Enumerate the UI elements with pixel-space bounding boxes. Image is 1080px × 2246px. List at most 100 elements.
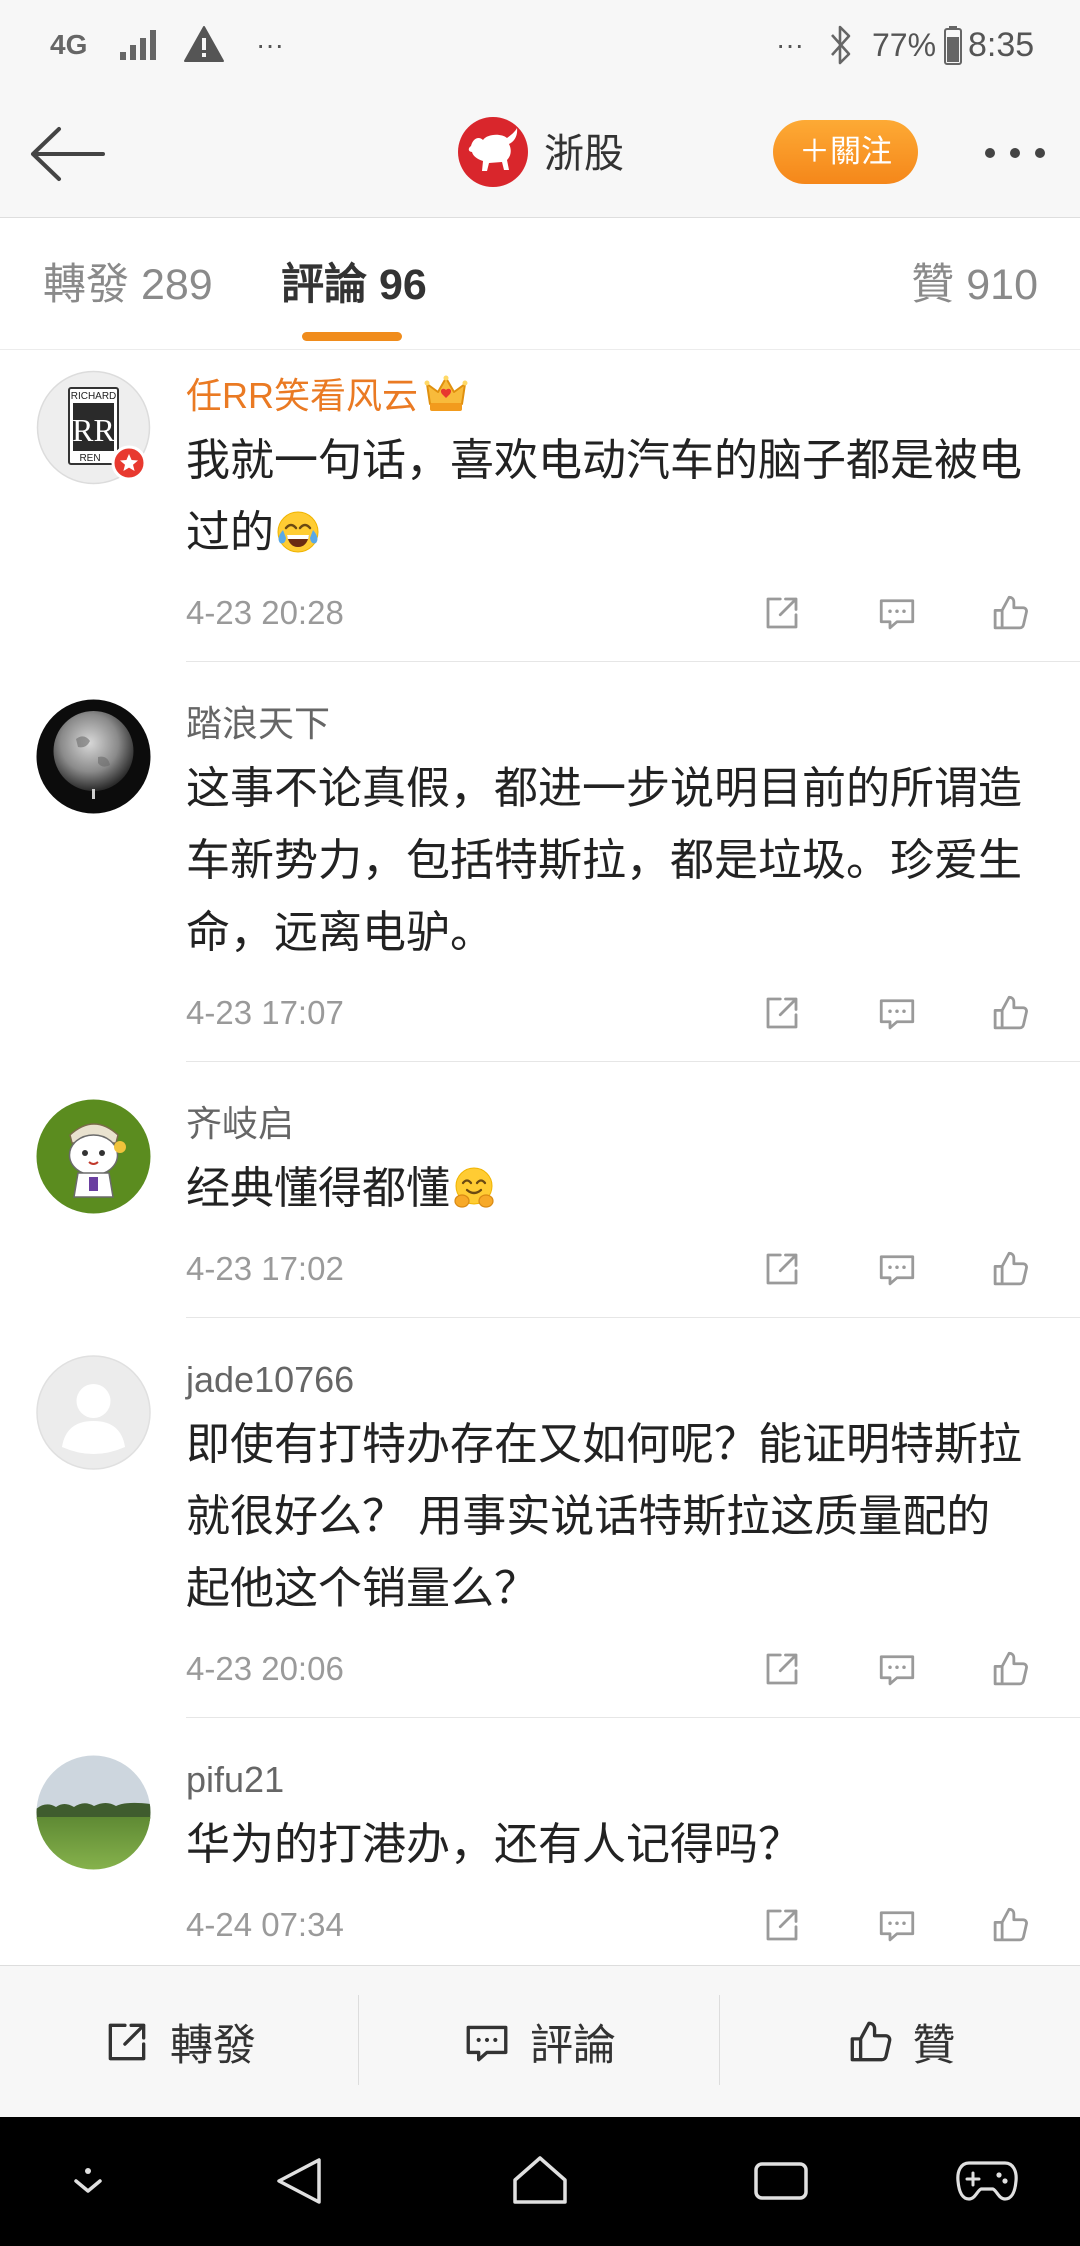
crown-icon — [424, 375, 468, 411]
back-arrow-icon[interactable] — [29, 126, 105, 182]
share-icon[interactable] — [761, 992, 803, 1034]
tab-label: 評論 — [281, 261, 367, 309]
tab-count: 96 — [378, 261, 427, 309]
game-controller-icon[interactable] — [955, 2159, 1019, 2203]
bottom-action-bar: 轉發 評論 贊 — [0, 1965, 1080, 2117]
clock: 8:35 — [968, 26, 1035, 64]
recent-apps-icon[interactable] — [753, 2161, 809, 2201]
comment-button[interactable]: 評論 — [359, 1966, 719, 2118]
repost-button[interactable]: 轉發 — [0, 1966, 358, 2118]
comment-date: 4-23 17:02 — [186, 1250, 344, 1287]
warning-icon — [184, 26, 224, 62]
tab-reposts[interactable]: 轉發 289 — [43, 255, 213, 315]
like-icon[interactable] — [989, 1648, 1031, 1690]
comment-icon[interactable] — [876, 1648, 918, 1690]
comment-icon[interactable] — [876, 992, 918, 1034]
tab-bar: 轉發 289 評論 96 贊 910 — [0, 218, 1080, 350]
home-icon[interactable] — [510, 2153, 570, 2207]
comment-text: 经典懂得都懂 — [186, 1153, 496, 1225]
avatar-lettering-center: RR — [72, 412, 115, 448]
back-triangle-icon[interactable] — [274, 2155, 324, 2207]
comment-icon[interactable] — [876, 1248, 918, 1290]
comment-text-line: 我就一句话，喜欢电动汽车的脑子都是被电 — [186, 436, 1022, 485]
comment-item: 齐岐启 经典懂得都懂 4-23 17:02 — [0, 1062, 1080, 1318]
comment-date: 4-23 17:07 — [186, 994, 344, 1031]
rolls-royce-badge-avatar[interactable]: RICHARD RR REN — [36, 370, 151, 485]
comment-text-line-with-emoji: 过的 — [186, 497, 1022, 569]
hide-keyboard-chevron-icon[interactable] — [68, 2161, 108, 2201]
comment-text: 即使有打特办存在又如何呢？能证明特斯拉 就很好么？ 用事实说话特斯拉这质量配的 … — [186, 1409, 1022, 1625]
tab-likes[interactable]: 贊 910 — [911, 255, 1038, 315]
comment-item: pifu21 华为的打港办，还有人记得吗？ 4-24 07:34 — [0, 1718, 1080, 1965]
comment-author[interactable]: jade10766 — [186, 1356, 354, 1404]
like-icon — [850, 2021, 891, 2062]
comment-item: RICHARD RR REN 任RR笑看风云 我就一句话，喜欢电动汽车的脑子都是… — [0, 350, 1080, 662]
like-label: 贊 — [912, 2022, 956, 2070]
comment-icon — [466, 2025, 508, 2062]
comment-meta-row: 4-23 20:28 — [186, 589, 1080, 637]
comment-author[interactable]: 踏浪天下 — [186, 700, 330, 748]
comment-body: 踏浪天下 这事不论真假，都进一步说明目前的所谓造 车新势力，包括特斯拉，都是垃圾… — [186, 662, 1080, 1062]
comment-meta-row: 4-24 07:34 — [186, 1901, 1080, 1949]
comment-text: 这事不论真假，都进一步说明目前的所谓造 车新势力，包括特斯拉，都是垃圾。珍爱生 … — [186, 753, 1022, 969]
like-icon[interactable] — [989, 992, 1031, 1034]
cartoon-character-avatar[interactable] — [36, 1099, 151, 1214]
tab-comments[interactable]: 評論 96 — [281, 255, 427, 315]
share-icon — [108, 2023, 146, 2061]
like-icon[interactable] — [989, 1904, 1031, 1946]
avatar-lettering-top: RICHARD — [71, 391, 117, 402]
like-icon[interactable] — [989, 592, 1031, 634]
status-bar: 4G ··· ··· 77% 8:35 — [0, 0, 1080, 90]
bluetooth-icon — [831, 25, 851, 65]
comment-text-fragment: 过的 — [186, 508, 274, 557]
comment-text-line: 车新势力，包括特斯拉，都是垃圾。珍爱生 — [186, 836, 1022, 885]
tab-label: 贊 — [911, 261, 955, 309]
comment-icon[interactable] — [876, 1904, 918, 1946]
share-icon[interactable] — [761, 1648, 803, 1690]
comment-label: 評論 — [530, 2022, 616, 2070]
face-with-tears-of-joy-icon — [277, 511, 319, 553]
like-icon[interactable] — [989, 1248, 1031, 1290]
share-icon[interactable] — [761, 592, 803, 634]
battery-percent: 77% — [872, 27, 937, 63]
comment-body: jade10766 即使有打特办存在又如何呢？能证明特斯拉 就很好么？ 用事实说… — [186, 1318, 1080, 1718]
like-button[interactable]: 贊 — [720, 1966, 1080, 2118]
comment-text-line: 即使有打特办存在又如何呢？能证明特斯拉 — [186, 1420, 1022, 1469]
more-dots-icon[interactable] — [981, 142, 1049, 164]
earth-night-avatar[interactable] — [36, 699, 151, 814]
comment-author[interactable]: pifu21 — [186, 1756, 284, 1804]
comment-meta-row: 4-23 17:02 — [186, 1245, 1080, 1293]
battery-icon — [944, 26, 962, 65]
status-more-left: ··· — [256, 29, 284, 60]
comment-body: pifu21 华为的打港办，还有人记得吗？ 4-24 07:34 — [186, 1718, 1080, 1965]
comment-date: 4-23 20:06 — [186, 1650, 344, 1687]
follow-button[interactable]: ＋關注 — [773, 120, 918, 184]
default-user-avatar[interactable] — [36, 1355, 151, 1470]
comment-text: 我就一句话，喜欢电动汽车的脑子都是被电 过的 — [186, 425, 1022, 569]
comment-body: 齐岐启 经典懂得都懂 4-23 17:02 — [186, 1062, 1080, 1318]
page-title[interactable]: 浙股 — [544, 90, 624, 218]
signal-icon — [120, 30, 156, 60]
status-more-right: ··· — [776, 29, 804, 60]
comment-list[interactable]: RICHARD RR REN 任RR笑看风云 我就一句话，喜欢电动汽车的脑子都是… — [0, 350, 1080, 1965]
comment-meta-row: 4-23 20:06 — [186, 1645, 1080, 1693]
comment-body: 任RR笑看风云 我就一句话，喜欢电动汽车的脑子都是被电 过的 4-23 20:2… — [186, 350, 1080, 662]
green-field-landscape-avatar[interactable] — [36, 1755, 151, 1870]
comment-date: 4-23 20:28 — [186, 594, 344, 631]
comment-text-line: 命，远离电驴。 — [186, 908, 494, 957]
avatar-lettering-bottom: REN — [79, 453, 100, 464]
comment-text-line: 这事不论真假，都进一步说明目前的所谓造 — [186, 764, 1022, 813]
comment-icon[interactable] — [876, 592, 918, 634]
comment-author[interactable]: 任RR笑看风云 — [186, 372, 468, 420]
comment-text-line: 起他这个销量么？ — [186, 1564, 538, 1613]
author-name: 任RR笑看风云 — [186, 375, 418, 416]
comment-text-line-with-emoji: 经典懂得都懂 — [186, 1153, 496, 1225]
comment-author[interactable]: 齐岐启 — [186, 1100, 294, 1148]
repost-label: 轉發 — [170, 2022, 256, 2070]
share-icon[interactable] — [761, 1904, 803, 1946]
tab-count: 289 — [140, 261, 213, 309]
active-tab-indicator — [302, 332, 402, 341]
bull-logo-icon[interactable] — [457, 116, 529, 188]
comment-meta-row: 4-23 17:07 — [186, 989, 1080, 1037]
share-icon[interactable] — [761, 1248, 803, 1290]
